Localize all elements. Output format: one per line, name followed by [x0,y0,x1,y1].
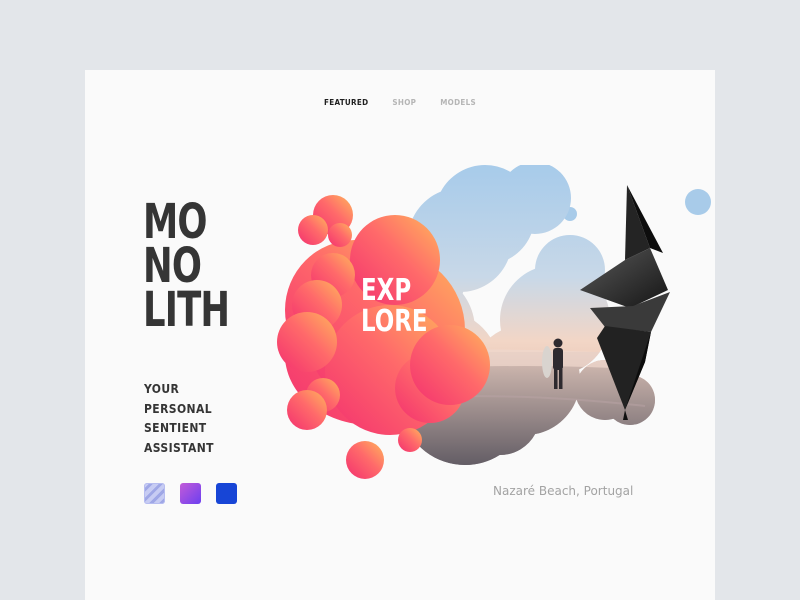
photo-caption: Nazaré Beach, Portugal [493,484,634,498]
explore-heading[interactable]: EXP LORE [361,275,428,337]
hero-card: FEATURED SHOP MODELS MO NO LITH YOUR PER… [85,70,715,600]
blue-bubble [685,189,711,215]
explore-line: LORE [361,304,428,339]
explore-line: EXP [361,273,412,308]
